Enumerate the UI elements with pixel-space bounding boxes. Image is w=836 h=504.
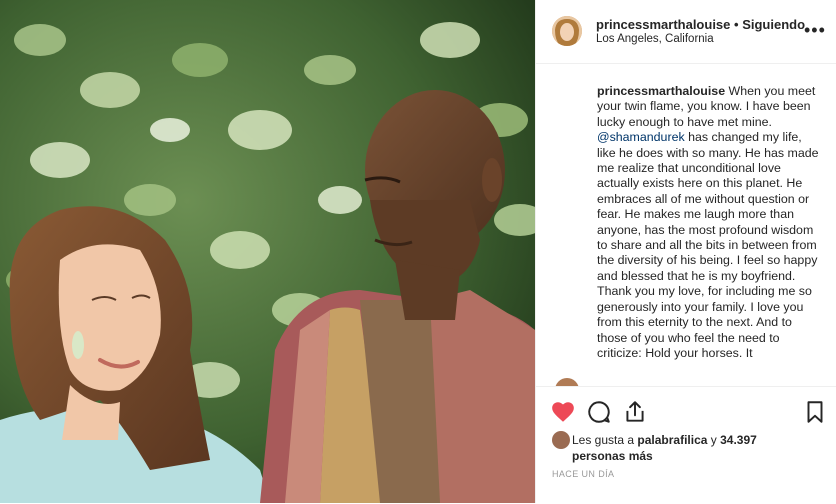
- more-options-icon[interactable]: •••: [804, 20, 826, 41]
- likes-prefix: Les gusta a: [572, 433, 635, 447]
- location-link[interactable]: Los Angeles, California: [596, 33, 714, 45]
- post-timestamp[interactable]: HACE UN DÍA: [552, 469, 614, 479]
- liker-username-link[interactable]: palabrafilica: [637, 433, 707, 447]
- user-avatar[interactable]: [552, 16, 582, 46]
- post-photo[interactable]: [0, 0, 535, 503]
- bookmark-icon[interactable]: [802, 399, 828, 425]
- caption-username[interactable]: princessmarthalouise: [597, 84, 725, 98]
- heart-icon[interactable]: [550, 399, 576, 425]
- photo-illustration: [0, 0, 535, 503]
- caption-text-2: has changed my life, like he does with s…: [597, 130, 819, 360]
- post-caption: princessmarthalouise When you meet your …: [597, 84, 819, 386]
- likes-connector: y: [710, 433, 717, 447]
- separator-dot: •: [734, 17, 739, 32]
- follow-status-button[interactable]: Siguiendo: [742, 17, 805, 32]
- avatar-image: [552, 16, 582, 46]
- post-username-line: princessmarthalouise • Siguiendo: [596, 17, 805, 32]
- heart-icon-shape: [552, 402, 574, 422]
- action-bar: Les gusta a palabrafilica y 34.397 perso…: [536, 386, 836, 504]
- post-sidebar: princessmarthalouise • Siguiendo Los Ang…: [535, 0, 836, 504]
- liker-avatar[interactable]: [552, 431, 570, 449]
- caption-mention-link[interactable]: @shamandurek: [597, 130, 685, 144]
- post-header: princessmarthalouise • Siguiendo Los Ang…: [536, 0, 836, 64]
- comment-icon[interactable]: [586, 399, 612, 425]
- share-icon[interactable]: [622, 399, 648, 425]
- likes-text: Les gusta a palabrafilica y 34.397 perso…: [572, 432, 812, 464]
- username-link[interactable]: princessmarthalouise: [596, 17, 730, 32]
